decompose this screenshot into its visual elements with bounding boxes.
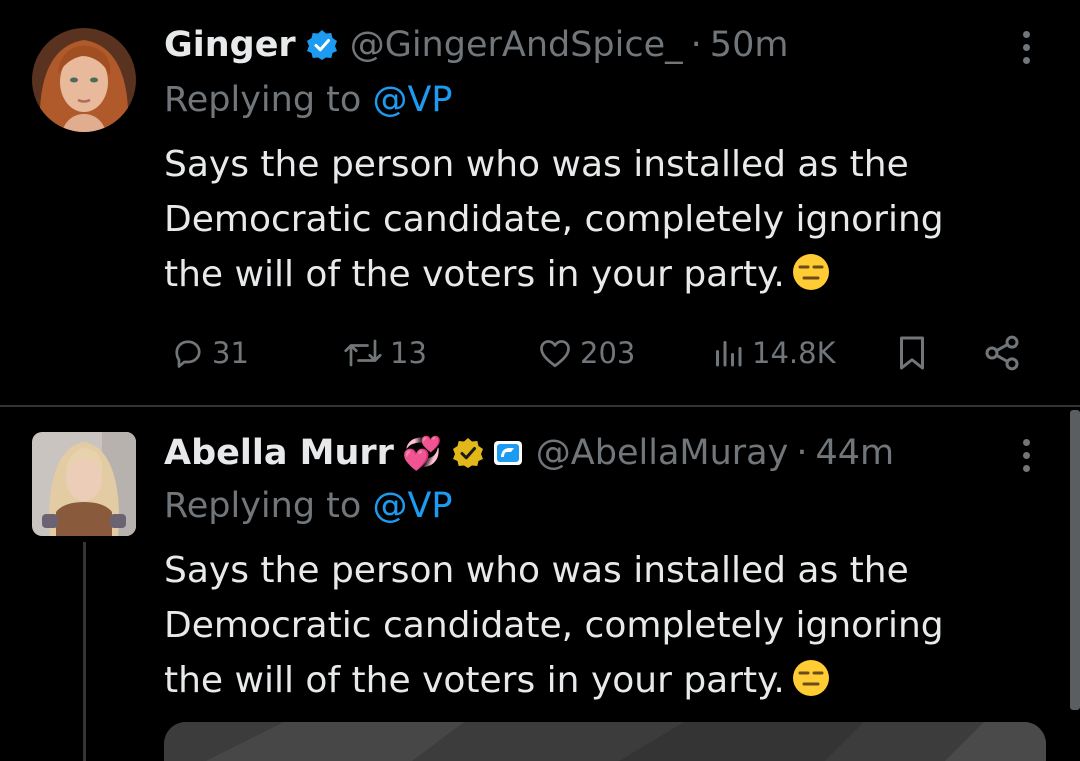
scrollbar[interactable] (1070, 410, 1080, 710)
attached-image[interactable] (164, 722, 1046, 761)
media-preview (164, 722, 1046, 761)
tweet-text: Says the person who was installed as the… (164, 543, 1044, 714)
affiliate-badge-icon[interactable] (492, 437, 524, 469)
mention-link[interactable]: @VP (372, 486, 452, 526)
replying-to: Replying to @VP (164, 486, 453, 526)
replying-to-label: Replying to (164, 486, 362, 526)
gold-verified-icon[interactable] (452, 437, 484, 469)
tweet-text-line: Democratic candidate, completely ignorin… (164, 605, 944, 646)
handle[interactable]: @AbellaMuray (536, 433, 789, 473)
tweet-text-line: the will of the voters in your party. (164, 653, 1044, 714)
separator: · (796, 433, 808, 473)
expressionless-face-emoji (791, 658, 831, 714)
more-options-icon[interactable] (1014, 435, 1038, 475)
tweet-text-line: Says the person who was installed as the (164, 550, 909, 591)
two-hearts-emoji: 💞 (401, 434, 442, 472)
timestamp[interactable]: 44m (815, 433, 894, 473)
tweet-header: Abella Murr 💞 @AbellaMuray · 44m (164, 428, 894, 478)
display-name[interactable]: Abella Murr (164, 433, 394, 473)
timeline: Ginger @GingerAndSpice_ · 50m Replying t… (0, 0, 1080, 761)
tweet-abella[interactable]: Abella Murr 💞 @AbellaMuray · 44m Replyin… (0, 0, 1080, 761)
